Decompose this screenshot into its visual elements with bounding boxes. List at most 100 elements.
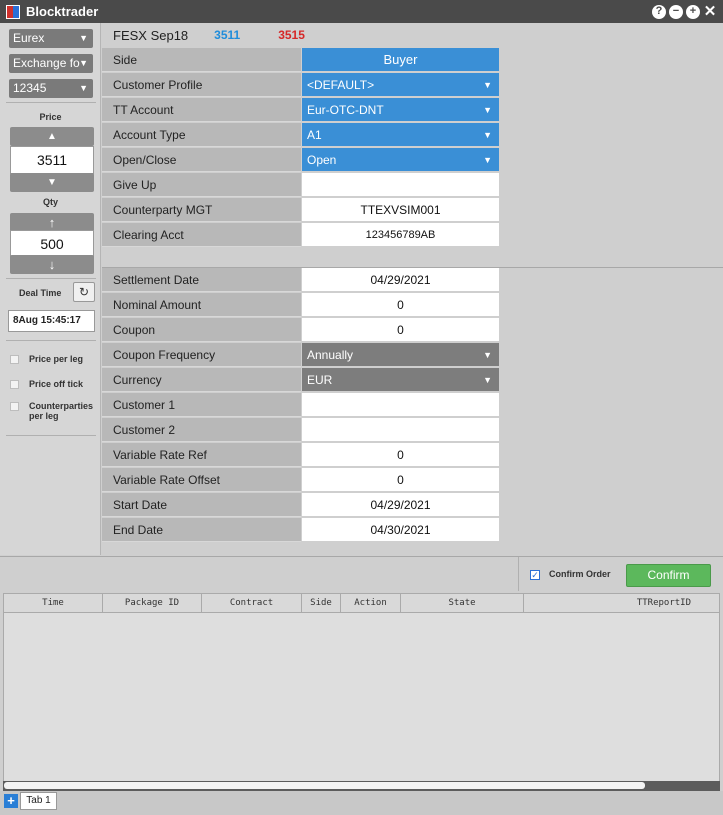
chevron-down-icon: ▼ [483, 105, 492, 115]
tab-1[interactable]: Tab 1 [20, 792, 57, 810]
checkbox-box[interactable] [10, 380, 19, 389]
price-off-tick-checkbox[interactable]: Price off tick [10, 379, 83, 389]
column-header-package-id[interactable]: Package ID [103, 594, 202, 612]
price-up-button[interactable]: ▲ [10, 127, 94, 146]
qty-input[interactable]: 500 [10, 230, 94, 258]
exchange-dropdown[interactable]: Eurex ▼ [9, 29, 93, 48]
divider [6, 278, 96, 279]
coupon-frequency-value: Annually [307, 348, 354, 362]
minimize-icon[interactable]: − [669, 4, 683, 19]
account-dropdown[interactable]: 12345 ▼ [9, 79, 93, 98]
bid-price[interactable]: 3511 [214, 28, 240, 42]
deal-time-label: Deal Time [19, 288, 62, 298]
maximize-icon[interactable]: + [686, 4, 700, 19]
checkbox-box[interactable] [10, 402, 19, 411]
chevron-down-icon: ▼ [483, 130, 492, 140]
variable-rate-ref-label: Variable Rate Ref [102, 443, 301, 467]
price-input[interactable]: 3511 [10, 146, 94, 174]
customer-profile-value: <DEFAULT> [307, 78, 375, 92]
coupon-frequency-row: Coupon Frequency Annually ▼ [102, 343, 499, 367]
account-value: 12345 [13, 81, 47, 95]
add-tab-button[interactable]: + [4, 794, 18, 808]
horizontal-scrollbar[interactable] [3, 781, 720, 791]
coupon-input[interactable]: 0 [302, 318, 499, 342]
order-type-value: Exchange fo [13, 56, 80, 70]
customer-profile-dropdown[interactable]: <DEFAULT> ▼ [302, 73, 499, 97]
customer-2-input[interactable] [302, 418, 499, 442]
orders-grid-header: Time Package ID Contract Side Action Sta… [3, 593, 720, 613]
account-type-row: Account Type A1 ▼ [102, 123, 499, 147]
column-header-action[interactable]: Action [341, 594, 401, 612]
order-type-dropdown[interactable]: Exchange fo ▼ [9, 54, 93, 73]
variable-rate-ref-input[interactable]: 0 [302, 443, 499, 467]
arrow-up-icon: ↑ [48, 215, 56, 230]
tt-account-dropdown[interactable]: Eur-OTC-DNT ▼ [302, 98, 499, 122]
qty-label: Qty [42, 197, 58, 207]
customer-1-input[interactable] [302, 393, 499, 417]
chevron-down-icon: ▼ [483, 375, 492, 385]
reset-time-button[interactable]: ↻ [73, 282, 95, 302]
nominal-amount-row: Nominal Amount 0 [102, 293, 499, 317]
start-date-label: Start Date [102, 493, 301, 517]
ask-price[interactable]: 3515 [278, 28, 305, 42]
caret-down-icon: ▼ [47, 177, 57, 188]
customer-2-row: Customer 2 [102, 418, 499, 442]
end-date-row: End Date 04/30/2021 [102, 518, 499, 542]
open-close-row: Open/Close Open ▼ [102, 148, 499, 172]
checkbox-label: Price per leg [29, 354, 84, 364]
window-controls: ? − + ✕ [652, 4, 717, 19]
variable-rate-offset-row: Variable Rate Offset 0 [102, 468, 499, 492]
qty-down-button[interactable]: ↓ [10, 255, 94, 274]
coupon-frequency-dropdown[interactable]: Annually ▼ [302, 343, 499, 367]
column-header-side[interactable]: Side [302, 594, 341, 612]
nominal-amount-input[interactable]: 0 [302, 293, 499, 317]
currency-dropdown[interactable]: EUR ▼ [302, 368, 499, 392]
tt-account-row: TT Account Eur-OTC-DNT ▼ [102, 98, 499, 122]
arrow-down-icon: ↓ [48, 257, 56, 272]
currency-value: EUR [307, 373, 333, 387]
chevron-down-icon: ▼ [79, 33, 88, 43]
price-label: Price [39, 112, 62, 122]
deal-time-input[interactable]: 8Aug 15:45:17 [8, 310, 95, 332]
scrollbar-thumb[interactable] [4, 782, 645, 789]
counterparty-label: Counterparty MGT [102, 198, 301, 222]
divider [518, 557, 519, 591]
customer-2-label: Customer 2 [102, 418, 301, 442]
give-up-row: Give Up [102, 173, 499, 197]
open-close-dropdown[interactable]: Open ▼ [302, 148, 499, 172]
variable-rate-offset-input[interactable]: 0 [302, 468, 499, 492]
checkbox-label: Counterparties per leg [29, 401, 94, 421]
currency-row: Currency EUR ▼ [102, 368, 499, 392]
refresh-icon: ↻ [78, 285, 90, 299]
currency-label: Currency [102, 368, 301, 392]
give-up-input[interactable] [302, 173, 499, 197]
confirm-order-checkbox[interactable]: ✓ [530, 570, 540, 580]
end-date-input[interactable]: 04/30/2021 [302, 518, 499, 542]
column-header-tt-report-id[interactable]: TTReportID [524, 594, 719, 612]
order-form: FESX Sep18 3511 3515 Side Buyer Customer… [102, 23, 723, 555]
clearing-acct-input[interactable]: 123456789AB [302, 223, 499, 247]
column-header-contract[interactable]: Contract [202, 594, 302, 612]
customer-profile-row: Customer Profile <DEFAULT> ▼ [102, 73, 499, 97]
confirm-order-label: Confirm Order [549, 569, 611, 579]
close-icon[interactable]: ✕ [703, 4, 717, 19]
side-toggle-button[interactable]: Buyer [302, 48, 499, 72]
counterparties-per-leg-checkbox[interactable]: Counterparties per leg [10, 401, 99, 421]
confirm-button[interactable]: Confirm [626, 564, 711, 587]
chevron-down-icon: ▼ [483, 350, 492, 360]
app-title: Blocktrader [26, 4, 99, 19]
price-down-button[interactable]: ▼ [10, 173, 94, 192]
counterparty-input[interactable]: TTEXVSIM001 [302, 198, 499, 222]
checkbox-box[interactable] [10, 355, 19, 364]
account-type-dropdown[interactable]: A1 ▼ [302, 123, 499, 147]
help-icon[interactable]: ? [652, 4, 666, 19]
settlement-date-label: Settlement Date [102, 268, 301, 292]
price-per-leg-checkbox[interactable]: Price per leg [10, 354, 83, 364]
column-header-state[interactable]: State [401, 594, 524, 612]
chevron-down-icon: ▼ [483, 155, 492, 165]
settlement-date-input[interactable]: 04/29/2021 [302, 268, 499, 292]
exchange-value: Eurex [13, 31, 45, 45]
start-date-input[interactable]: 04/29/2021 [302, 493, 499, 517]
column-header-time[interactable]: Time [4, 594, 103, 612]
variable-rate-ref-row: Variable Rate Ref 0 [102, 443, 499, 467]
